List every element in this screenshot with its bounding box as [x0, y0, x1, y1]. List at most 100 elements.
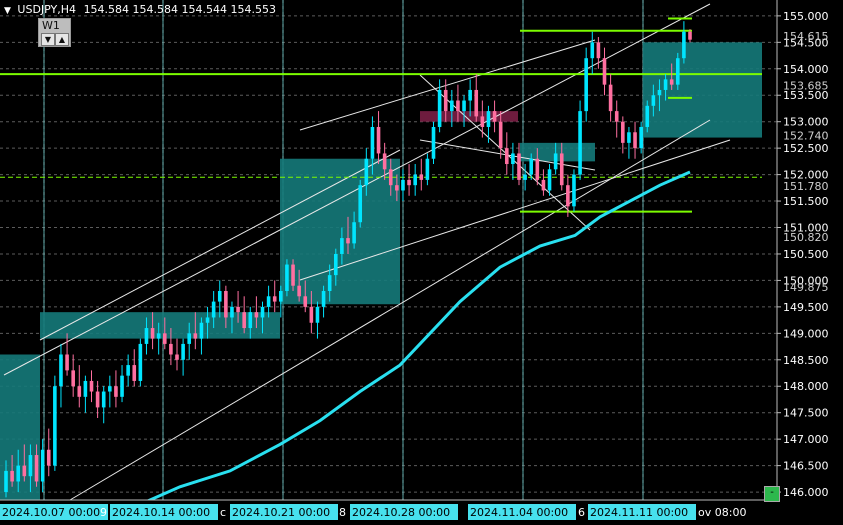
candle-body: [346, 238, 350, 244]
candle-body: [254, 312, 259, 318]
candle-body: [156, 333, 161, 339]
candle-body: [193, 333, 198, 339]
candle-body: [596, 42, 601, 59]
candle-body: [272, 296, 277, 302]
candle-body: [162, 333, 167, 344]
candle-body: [224, 291, 228, 318]
candle-body: [388, 169, 393, 186]
candle-body: [566, 185, 570, 207]
timeframe-up-icon[interactable]: ▲: [55, 33, 69, 46]
candle-body: [333, 253, 338, 276]
candle-body: [663, 79, 668, 90]
price-tick-label: 146.500: [783, 460, 829, 473]
price-label: 150.820: [783, 231, 829, 244]
minimize-button[interactable]: -: [764, 486, 780, 502]
candle-body: [187, 333, 192, 344]
candle-body: [22, 465, 27, 477]
candle-body: [230, 306, 234, 318]
candle-body: [71, 370, 75, 387]
candle-body: [480, 116, 485, 127]
candle-body: [108, 386, 112, 392]
candle-body: [40, 449, 45, 482]
candle-body: [437, 89, 442, 127]
time-tick-label: 2024.10.28 00:00: [352, 506, 450, 519]
candle-body: [559, 153, 564, 186]
candle-body: [34, 455, 39, 482]
price-tick-label: 149.000: [783, 327, 829, 340]
candle-body: [248, 312, 253, 329]
candle-body: [89, 380, 94, 392]
candle-body: [511, 153, 515, 165]
candle-body: [46, 449, 51, 466]
candle-body: [370, 126, 375, 159]
price-tick-label: 155.000: [783, 10, 829, 23]
price-tick-label: 146.000: [783, 486, 829, 499]
candle-body: [639, 126, 643, 149]
price-tick-label: 151.500: [783, 195, 829, 208]
candle-body: [132, 365, 137, 381]
candle-body: [53, 386, 57, 466]
candle-body: [462, 100, 466, 112]
candle-body: [28, 455, 33, 477]
candle-body: [602, 58, 607, 85]
candle-body: [657, 89, 662, 96]
timeframe-down-icon[interactable]: ▼: [41, 33, 55, 46]
candle-body: [492, 111, 497, 122]
candle-body: [352, 222, 356, 244]
candle-body: [443, 89, 448, 112]
price-label: 153.685: [783, 79, 829, 92]
price-tick-label: 152.500: [783, 142, 829, 155]
candle-body: [138, 343, 143, 381]
candle-body: [120, 375, 124, 397]
candle-body: [425, 158, 430, 180]
candle-body: [578, 111, 582, 175]
time-tick-label: 2024.10.21 00:00: [232, 506, 330, 519]
candle-body: [59, 354, 63, 387]
candle-body: [303, 296, 308, 307]
candle-body: [608, 84, 613, 112]
candle-body: [114, 386, 118, 397]
candle-body: [535, 158, 540, 180]
candle-body: [498, 121, 503, 149]
candle-body: [175, 354, 179, 360]
price-label: 151.780: [783, 180, 829, 193]
candle-body: [541, 179, 546, 191]
candle-body: [645, 105, 650, 127]
candle-body: [126, 365, 130, 376]
candle-body: [260, 306, 265, 318]
candle-body: [95, 391, 100, 408]
supply-demand-zone: [643, 42, 762, 138]
price-tick-label: 147.500: [783, 407, 829, 420]
candle-body: [217, 291, 222, 302]
candle-body: [633, 132, 637, 149]
candle-body: [456, 100, 460, 112]
candle-body: [16, 465, 21, 482]
candle-body: [279, 291, 283, 302]
candle-body: [431, 126, 436, 159]
price-tick-label: 150.500: [783, 248, 829, 261]
collapse-arrow-icon[interactable]: ▼: [4, 6, 11, 16]
timeframe-selector[interactable]: W1 ▼ ▲: [38, 18, 71, 47]
candle-body: [65, 354, 69, 371]
candle-body: [77, 386, 82, 397]
candle-body: [590, 42, 595, 59]
time-tick-label: 6: [578, 506, 585, 519]
candle-body: [651, 95, 656, 106]
chart-canvas[interactable]: 155.000154.500154.000153.500153.000152.5…: [0, 0, 843, 525]
time-tick-label: c: [220, 506, 226, 519]
ohlc-values: 154.584 154.584 154.544 154.553: [83, 3, 277, 16]
candle-body: [419, 174, 424, 180]
candle-body: [553, 153, 558, 170]
candle-body: [395, 185, 399, 191]
candle-body: [572, 174, 576, 207]
time-tick-label: 2024.10.07 00:00: [2, 506, 100, 519]
candle-body: [474, 89, 479, 117]
candle-body: [529, 158, 534, 175]
candle-body: [211, 301, 216, 318]
candle-body: [675, 58, 680, 85]
candle-body: [523, 174, 527, 180]
price-label: 149.875: [783, 281, 829, 294]
candle-body: [199, 322, 204, 339]
candle-body: [401, 179, 405, 191]
candle-body: [486, 111, 491, 127]
